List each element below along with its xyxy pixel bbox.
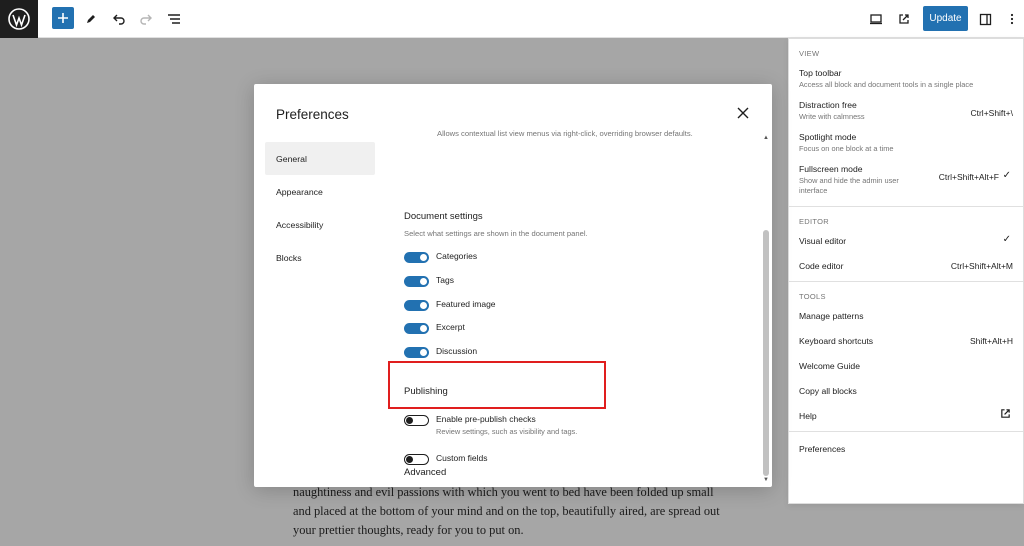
menu-item-label: Visual editor: [799, 236, 847, 246]
menu-item-desc: Access all block and document tools in a…: [799, 80, 974, 89]
section-title-document-settings: Document settings: [404, 211, 483, 222]
update-button[interactable]: Update: [923, 6, 968, 31]
document-overview-icon[interactable]: [163, 8, 185, 30]
toggle-switch[interactable]: [404, 347, 429, 358]
tab-appearance[interactable]: Appearance: [265, 175, 375, 208]
menu-item-preferences[interactable]: Preferences: [799, 444, 1013, 454]
shortcut-label: Ctrl+Shift+\: [970, 108, 1013, 118]
preferences-modal: Preferences General Appearance Accessibi…: [254, 84, 772, 487]
menu-item-welcome-guide[interactable]: Welcome Guide: [799, 361, 1013, 371]
menu-group-preferences: Preferences: [789, 432, 1023, 466]
section-title-advanced: Advanced: [404, 467, 447, 478]
toggle-help-text: Review settings, such as visibility and …: [436, 427, 578, 436]
menu-item-desc: Show and hide the admin user interface: [799, 176, 899, 195]
settings-sidebar-icon[interactable]: [974, 8, 996, 30]
toggle-switch[interactable]: [404, 415, 429, 426]
menu-item-desc: Focus on one block at a time: [799, 144, 894, 153]
menu-item-label: Welcome Guide: [799, 361, 860, 371]
menu-item-label: Copy all blocks: [799, 386, 857, 396]
menu-item-label: Spotlight mode: [799, 132, 857, 142]
toggle-label: Tags: [436, 275, 454, 285]
preferences-content: Allows contextual list view menus via ri…: [404, 126, 764, 485]
menu-group-label: TOOLS: [799, 292, 826, 301]
toggle-switch[interactable]: [404, 300, 429, 311]
toggle-pre-publish-checks[interactable]: Enable pre-publish checks Review setting…: [404, 414, 577, 436]
menu-item-visual-editor[interactable]: Visual editor ✓: [799, 234, 1013, 246]
close-button[interactable]: [734, 104, 752, 122]
toggle-label: Featured image: [436, 299, 496, 309]
toggle-label: Enable pre-publish checks: [436, 414, 536, 424]
shortcut-label: Ctrl+Shift+Alt+F: [938, 172, 999, 182]
menu-group-editor: EDITOR Visual editor ✓ Code editor Ctrl+…: [789, 207, 1023, 282]
scroll-up-arrow-icon[interactable]: ▲: [762, 134, 770, 142]
checkmark-icon: ✓: [1002, 170, 1011, 181]
menu-item-keyboard-shortcuts[interactable]: Keyboard shortcuts Shift+Alt+H: [799, 336, 1013, 346]
options-dropdown-menu: VIEW Top toolbar Access all block and do…: [788, 38, 1024, 504]
toggle-featured-image[interactable]: Featured image: [404, 299, 496, 311]
view-post-external-icon[interactable]: [893, 8, 915, 30]
menu-item-help[interactable]: Help: [799, 408, 1013, 422]
toggle-switch[interactable]: [404, 323, 429, 334]
toggle-label: Excerpt: [436, 322, 465, 332]
menu-item-distraction-free[interactable]: Distraction free Write with calmness Ctr…: [799, 100, 1013, 122]
external-link-icon: [1000, 408, 1011, 422]
menu-item-manage-patterns[interactable]: Manage patterns: [799, 311, 1013, 321]
shortcut-label: Ctrl+Shift+Alt+M: [950, 261, 1013, 271]
menu-group-view: VIEW Top toolbar Access all block and do…: [789, 39, 1023, 207]
menu-item-fullscreen-mode[interactable]: Fullscreen mode Show and hide the admin …: [799, 164, 1013, 196]
menu-group-label: EDITOR: [799, 217, 829, 226]
undo-icon[interactable]: [108, 8, 130, 30]
tools-pencil-icon[interactable]: [80, 8, 102, 30]
wordpress-logo-icon[interactable]: [0, 0, 38, 38]
tab-blocks[interactable]: Blocks: [265, 241, 375, 274]
menu-item-desc: Write with calmness: [799, 112, 865, 121]
menu-item-code-editor[interactable]: Code editor Ctrl+Shift+Alt+M: [799, 261, 1013, 271]
toggle-categories[interactable]: Categories: [404, 251, 477, 263]
menu-item-top-toolbar[interactable]: Top toolbar Access all block and documen…: [799, 68, 1013, 90]
modal-title: Preferences: [276, 107, 349, 122]
scroll-down-arrow-icon[interactable]: ▼: [762, 476, 770, 484]
tab-accessibility[interactable]: Accessibility: [265, 208, 375, 241]
option-help-text: Allows contextual list view menus via ri…: [437, 129, 693, 138]
toggle-label: Discussion: [436, 346, 478, 356]
scrollbar-thumb[interactable]: [763, 230, 769, 476]
checkmark-icon: ✓: [1002, 234, 1011, 245]
toggle-discussion[interactable]: Discussion: [404, 346, 477, 358]
toggle-tags[interactable]: Tags: [404, 275, 454, 287]
toggle-label: Categories: [436, 251, 478, 261]
add-block-button[interactable]: [52, 7, 74, 29]
close-icon: [737, 107, 749, 119]
tab-general[interactable]: General: [265, 142, 375, 175]
toggle-switch[interactable]: [404, 252, 429, 263]
menu-item-label: Help: [799, 411, 817, 421]
menu-group-tools: TOOLS Manage patterns Keyboard shortcuts…: [789, 282, 1023, 432]
menu-group-label: VIEW: [799, 49, 820, 58]
preferences-nav: General Appearance Accessibility Blocks: [265, 142, 375, 274]
section-desc-document-settings: Select what settings are shown in the do…: [404, 229, 588, 238]
redo-icon[interactable]: [135, 8, 157, 30]
top-toolbar: Update: [0, 0, 1024, 38]
menu-item-copy-all-blocks[interactable]: Copy all blocks: [799, 386, 1013, 396]
toggle-switch[interactable]: [404, 276, 429, 287]
menu-item-label: Top toolbar: [799, 68, 842, 78]
preview-desktop-icon[interactable]: [865, 8, 887, 30]
highlight-annotation: [388, 361, 606, 409]
toggle-excerpt[interactable]: Excerpt: [404, 322, 465, 334]
menu-item-label: Manage patterns: [799, 311, 864, 321]
menu-item-spotlight-mode[interactable]: Spotlight mode Focus on one block at a t…: [799, 132, 1013, 154]
options-more-icon[interactable]: [1001, 8, 1023, 30]
shortcut-label: Shift+Alt+H: [970, 336, 1013, 346]
toggle-custom-fields[interactable]: Custom fields: [404, 453, 488, 465]
toggle-label: Custom fields: [436, 453, 488, 463]
toggle-switch[interactable]: [404, 454, 429, 465]
